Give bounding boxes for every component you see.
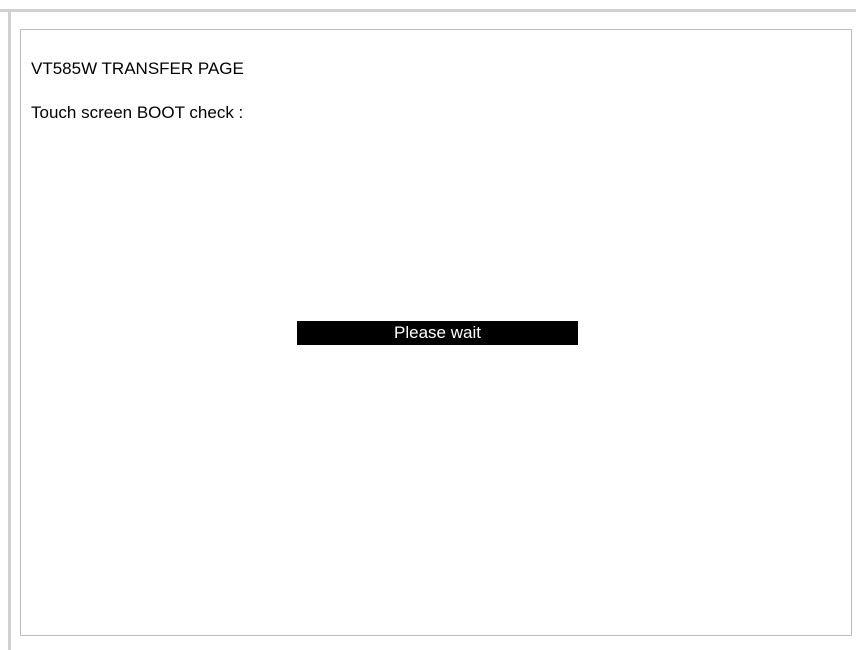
transfer-screen-panel: VT585W TRANSFER PAGE Touch screen BOOT c… xyxy=(20,29,852,636)
boot-check-label: Touch screen BOOT check : xyxy=(31,103,244,122)
outer-frame-left xyxy=(8,9,11,650)
please-wait-status: Please wait xyxy=(297,321,578,345)
outer-frame-top xyxy=(0,9,856,12)
page-title: VT585W TRANSFER PAGE xyxy=(31,59,244,78)
